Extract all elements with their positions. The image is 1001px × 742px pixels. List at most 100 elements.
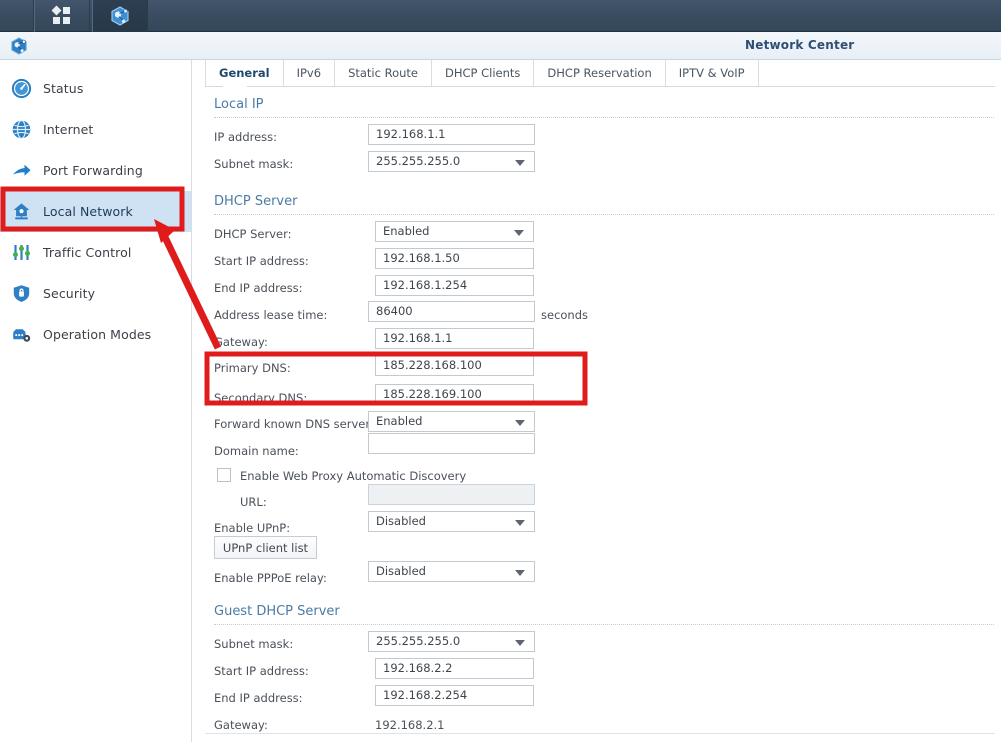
sidebar-item-label: Internet: [43, 122, 94, 137]
label-lease-time: Address lease time:: [214, 308, 328, 322]
chevron-down-icon: [515, 640, 525, 646]
subnet-mask-value: 255.255.255.0: [376, 154, 461, 168]
app-window: Network Center Status Internet Port Forw…: [0, 0, 1001, 742]
tab-static-route[interactable]: Static Route: [335, 60, 432, 86]
chevron-down-icon: [515, 570, 525, 576]
sidebar-item-internet[interactable]: Internet: [0, 109, 191, 150]
upnp-value: Disabled: [376, 514, 426, 528]
tab-label: IPv6: [296, 66, 322, 80]
tab-bar: General IPv6 Static Route DHCP Clients D…: [205, 60, 995, 86]
label-gateway: Gateway:: [214, 335, 268, 349]
tab-active-notch: [229, 86, 241, 91]
label-start-ip: Start IP address:: [214, 254, 309, 268]
dhcp-server-select[interactable]: Enabled: [375, 221, 534, 242]
speedometer-icon: [11, 78, 32, 99]
tab-ipv6[interactable]: IPv6: [284, 60, 336, 86]
label-secondary-dns: Secondary DNS:: [214, 391, 308, 405]
label-pppoe-relay: Enable PPPoE relay:: [214, 571, 327, 585]
tab-label: DHCP Reservation: [547, 66, 652, 80]
chevron-down-icon: [515, 160, 525, 166]
label-primary-dns: Primary DNS:: [214, 361, 291, 375]
domain-name-input[interactable]: [368, 433, 535, 454]
guest-subnet-mask-value: 255.255.255.0: [376, 634, 461, 648]
chevron-down-icon: [515, 420, 525, 426]
label-dhcp-server: DHCP Server:: [214, 227, 292, 241]
operation-modes-icon: [11, 324, 32, 345]
taskbar-network-center-button[interactable]: [92, 0, 148, 32]
label-ip-address: IP address:: [214, 130, 278, 144]
wpad-url-input[interactable]: [368, 484, 535, 505]
pppoe-relay-select[interactable]: Disabled: [368, 561, 535, 582]
tab-label: Static Route: [348, 66, 418, 80]
sidebar-item-traffic-control[interactable]: Traffic Control: [0, 232, 191, 273]
forward-dns-value: Enabled: [376, 414, 423, 428]
bottom-divider: [205, 733, 995, 734]
home-network-icon: [11, 201, 32, 222]
sidebar-item-label: Local Network: [43, 204, 133, 219]
section-rule: [214, 117, 994, 118]
ip-address-input[interactable]: 192.168.1.1: [368, 124, 535, 145]
end-ip-input[interactable]: 192.168.1.254: [375, 275, 534, 296]
sidebar-item-label: Status: [43, 81, 84, 96]
dhcp-server-value: Enabled: [383, 224, 430, 238]
tab-dhcp-reservation[interactable]: DHCP Reservation: [534, 60, 666, 86]
label-domain-name: Domain name:: [214, 444, 299, 458]
forward-dns-select[interactable]: Enabled: [368, 411, 535, 432]
section-heading-dhcp-server: DHCP Server: [214, 194, 298, 209]
label-guest-gateway: Gateway:: [214, 718, 268, 732]
label-upnp: Enable UPnP:: [214, 521, 291, 535]
app-header-icon: [9, 36, 29, 60]
section-heading-local-ip: Local IP: [214, 97, 264, 112]
sidebar-item-label: Port Forwarding: [43, 163, 143, 178]
sidebar-item-label: Traffic Control: [43, 245, 132, 260]
grid-icon: [51, 5, 71, 25]
section-heading-guest-dhcp: Guest DHCP Server: [214, 604, 340, 619]
chevron-down-icon: [515, 520, 525, 526]
label-wpad-url: URL:: [240, 495, 267, 509]
sidebar-item-port-forwarding[interactable]: Port Forwarding: [0, 150, 191, 191]
secondary-dns-input[interactable]: 185.228.169.100: [375, 384, 534, 405]
pppoe-relay-value: Disabled: [376, 564, 426, 578]
label-forward-dns: Forward known DNS server:: [214, 417, 374, 431]
page-title: Network Center: [745, 38, 855, 52]
primary-dns-input[interactable]: 185.228.168.100: [375, 355, 534, 376]
tab-label: DHCP Clients: [444, 66, 521, 80]
tab-iptv-voip[interactable]: IPTV & VoIP: [666, 60, 759, 86]
tab-label: General: [219, 66, 270, 80]
sidebar-item-label: Security: [43, 286, 96, 301]
shield-icon: [11, 283, 32, 304]
label-end-ip: End IP address:: [214, 281, 303, 295]
guest-gateway-value: 192.168.2.1: [375, 718, 445, 732]
gateway-input[interactable]: 192.168.1.1: [375, 328, 534, 349]
arrow-forward-icon: [11, 160, 32, 181]
sliders-icon: [11, 242, 32, 263]
sidebar-item-label: Operation Modes: [43, 327, 152, 342]
upnp-client-list-button[interactable]: UPnP client list: [214, 536, 317, 559]
guest-end-ip-input[interactable]: 192.168.2.254: [375, 685, 534, 706]
label-guest-end-ip: End IP address:: [214, 691, 303, 705]
label-guest-start-ip: Start IP address:: [214, 664, 309, 678]
section-rule: [214, 214, 994, 215]
sidebar-item-local-network[interactable]: Local Network: [0, 191, 191, 232]
subnet-mask-select[interactable]: 255.255.255.0: [368, 151, 535, 172]
upnp-select[interactable]: Disabled: [368, 511, 535, 532]
guest-subnet-mask-select[interactable]: 255.255.255.0: [368, 631, 535, 652]
sidebar: Status Internet Port Forwarding Local Ne…: [0, 60, 192, 742]
tab-label: IPTV & VoIP: [678, 66, 745, 80]
sidebar-item-status[interactable]: Status: [0, 68, 191, 109]
start-ip-input[interactable]: 192.168.1.50: [375, 248, 534, 269]
wpad-checkbox[interactable]: [217, 468, 231, 482]
sidebar-item-security[interactable]: Security: [0, 273, 191, 314]
sidebar-item-operation-modes[interactable]: Operation Modes: [0, 314, 191, 355]
lease-time-unit: seconds: [541, 308, 589, 322]
chevron-down-icon: [514, 230, 524, 236]
network-globe-icon: [111, 6, 129, 26]
taskbar-apps-button[interactable]: [34, 0, 90, 32]
label-subnet-mask: Subnet mask:: [214, 157, 294, 171]
lease-time-input[interactable]: 86400: [368, 301, 535, 322]
tab-general[interactable]: General: [205, 60, 284, 86]
globe-icon: [11, 119, 32, 140]
tab-dhcp-clients[interactable]: DHCP Clients: [432, 60, 535, 86]
wpad-label: Enable Web Proxy Automatic Discovery: [240, 469, 467, 483]
guest-start-ip-input[interactable]: 192.168.2.2: [375, 658, 534, 679]
